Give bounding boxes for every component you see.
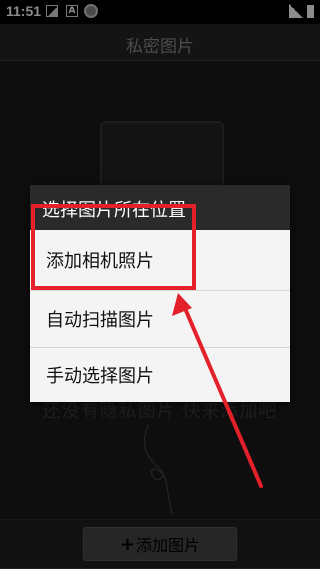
menu-item-label: 添加相机照片 bbox=[46, 251, 154, 272]
dialog-header: 选择图片所在位置 bbox=[30, 185, 290, 230]
menu-item-manual-select[interactable]: 手动选择图片 bbox=[30, 347, 290, 402]
menu-item-add-camera-photo[interactable]: 添加相机照片 bbox=[30, 231, 290, 289]
menu-item-label: 自动扫描图片 bbox=[46, 309, 154, 331]
select-location-dialog: 选择图片所在位置 添加相机照片 自动扫描图片 手动选择图片 bbox=[30, 185, 290, 402]
dialog-title: 选择图片所在位置 bbox=[42, 200, 186, 221]
menu-item-label: 手动选择图片 bbox=[46, 366, 154, 387]
menu-item-auto-scan[interactable]: 自动扫描图片 bbox=[30, 290, 290, 346]
